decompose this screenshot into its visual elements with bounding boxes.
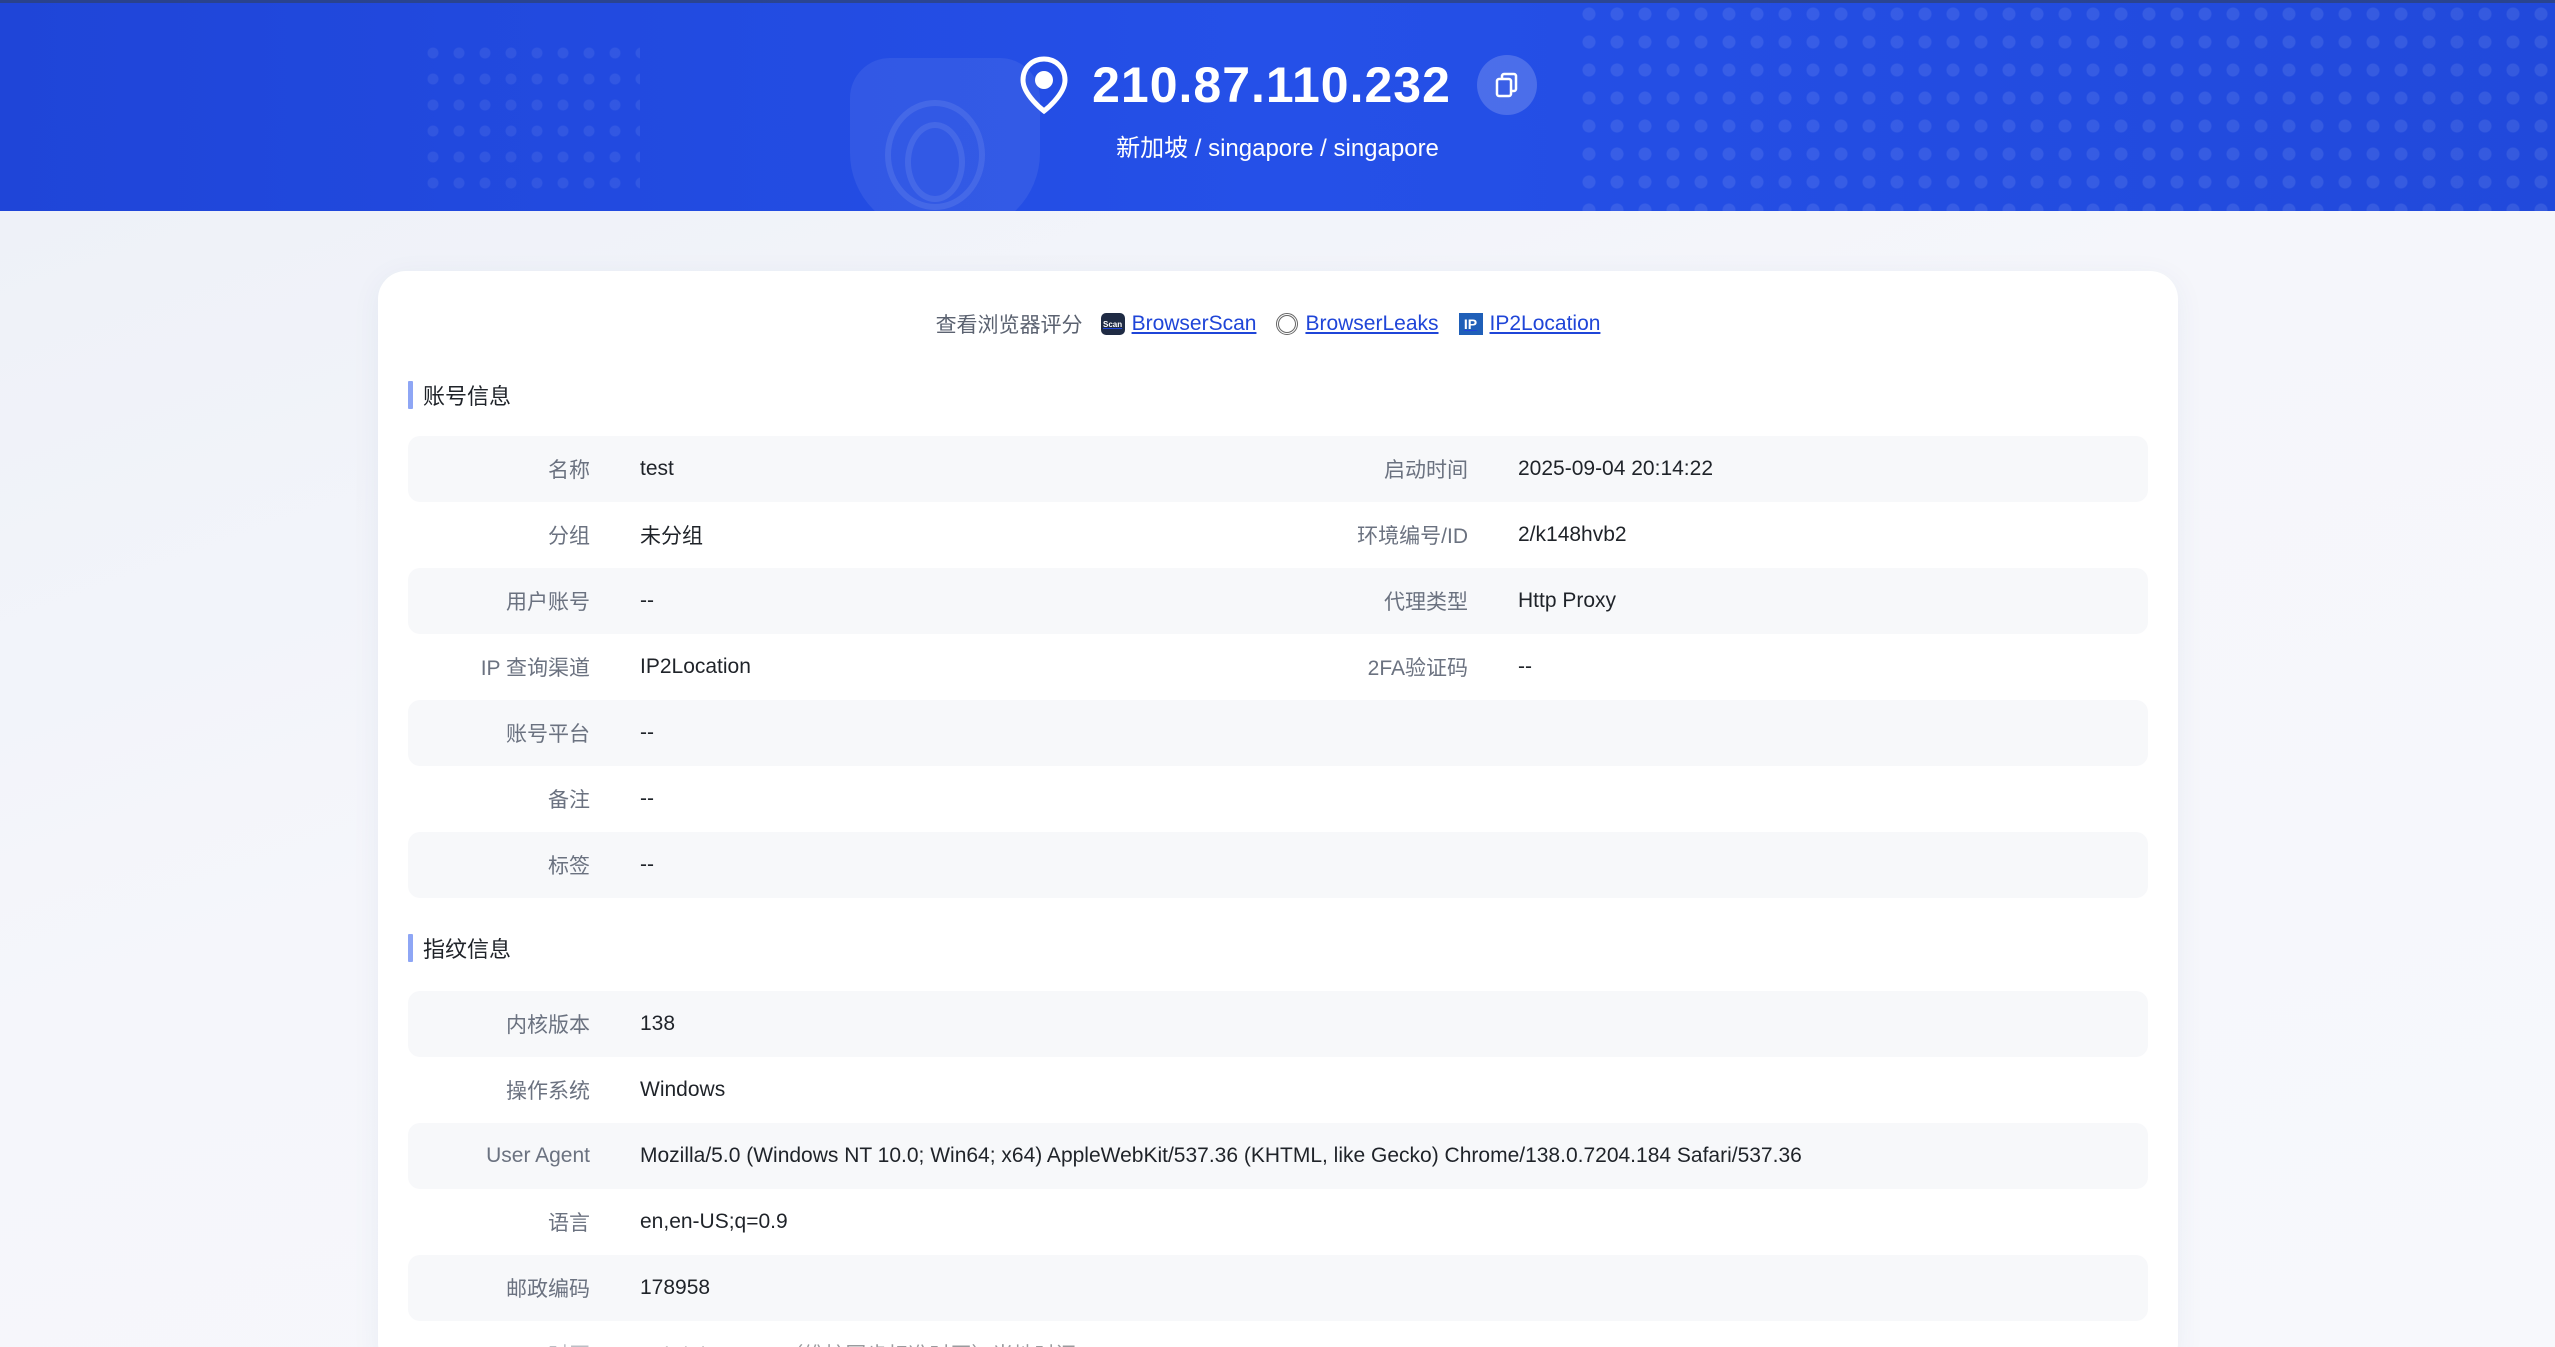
info-row-remark: 备注 -- <box>408 766 2148 832</box>
field-value: 未分组 <box>640 525 703 548</box>
info-row-os: 操作系统 Windows <box>408 1057 2148 1123</box>
browser-score-links: 查看浏览器评分 Scan BrowserScan BrowserLeaks IP… <box>378 309 2178 339</box>
copy-icon <box>1495 72 1518 98</box>
field-label: 用户账号 <box>506 591 590 614</box>
field-label: 邮政编码 <box>506 1278 590 1301</box>
ip-address: 210.87.110.232 <box>1092 57 1451 113</box>
info-row-group: 分组 未分组 环境编号/ID 2/k148hvb2 <box>408 502 2148 568</box>
browserscan-link[interactable]: Scan BrowserScan <box>1100 312 1256 336</box>
account-info-list: 名称 test 启动时间 2025-09-04 20:14:22 分组 未分组 … <box>408 436 2148 898</box>
field-label: 账号平台 <box>506 723 590 746</box>
field-label: 环境编号/ID <box>1357 525 1468 548</box>
field-label: 备注 <box>548 789 590 812</box>
field-value: Http Proxy <box>1518 589 1617 612</box>
field-label: IP 查询渠道 <box>480 657 590 680</box>
field-label: 内核版本 <box>506 1014 590 1037</box>
info-row-postal-code: 邮政编码 178958 <box>408 1255 2148 1321</box>
field-label: User Agent <box>486 1144 590 1167</box>
field-label: 标签 <box>548 855 590 878</box>
info-row-timezone: 时区 Asia/Singapore（维护同步标准时区）当地时间 2025-09-… <box>408 1321 2148 1347</box>
field-value: 2025-09-04 20:14:22 <box>1518 457 1713 480</box>
fingerprint-section-title: 指纹信息 <box>408 933 511 963</box>
field-value: -- <box>1518 655 1532 678</box>
ip-location: 新加坡 / singapore / singapore <box>1116 135 1439 162</box>
copy-ip-button[interactable] <box>1476 55 1537 115</box>
ip2location-icon: IP <box>1458 313 1483 335</box>
field-value: Mozilla/5.0 (Windows NT 10.0; Win64; x64… <box>640 1144 1802 1167</box>
fingerprint-info-list: 内核版本 138 操作系统 Windows User Agent Mozilla… <box>408 991 2148 1347</box>
field-value: Asia/Singapore（维护同步标准时区）当地时间 2025-09-04 … <box>640 1339 1277 1347</box>
ip-banner: 210.87.110.232 新加坡 / singapore / singapo… <box>0 0 2555 211</box>
field-label: 2FA验证码 <box>1367 657 1468 680</box>
field-value: en,en-US;q=0.9 <box>640 1210 788 1233</box>
field-value: 2/k148hvb2 <box>1518 523 1627 546</box>
info-row-ip-channel: IP 查询渠道 IP2Location 2FA验证码 -- <box>408 634 2148 700</box>
field-value: 138 <box>640 1012 676 1035</box>
field-label: 操作系统 <box>506 1080 590 1103</box>
browserleaks-icon <box>1276 313 1299 335</box>
field-label: 时区 <box>408 1339 590 1347</box>
field-value: -- <box>640 721 654 744</box>
field-value: 178958 <box>640 1276 711 1299</box>
info-row-platform: 账号平台 -- <box>408 700 2148 766</box>
account-section-title: 账号信息 <box>408 380 511 410</box>
browserleaks-link[interactable]: BrowserLeaks <box>1276 312 1439 336</box>
field-label: 代理类型 <box>1384 591 1468 614</box>
location-pin-icon <box>1018 55 1070 115</box>
info-row-language: 语言 en,en-US;q=0.9 <box>408 1189 2148 1255</box>
field-label: 名称 <box>548 459 590 482</box>
page: 210.87.110.232 新加坡 / singapore / singapo… <box>0 0 2555 1347</box>
field-label: 分组 <box>548 525 590 548</box>
info-card: 查看浏览器评分 Scan BrowserScan BrowserLeaks IP… <box>378 271 2178 1347</box>
field-value: IP2Location <box>640 655 751 678</box>
browser-score-label: 查看浏览器评分 <box>935 314 1083 337</box>
browserscan-icon: Scan <box>1100 313 1125 335</box>
field-value: -- <box>640 589 654 612</box>
field-value: -- <box>640 787 654 810</box>
ip2location-link[interactable]: IP IP2Location <box>1458 312 1600 336</box>
info-row-name: 名称 test 启动时间 2025-09-04 20:14:22 <box>408 436 2148 502</box>
info-row-tags: 标签 -- <box>408 832 2148 898</box>
field-value: Windows <box>640 1078 726 1101</box>
field-value: test <box>640 457 674 480</box>
info-row-kernel-version: 内核版本 138 <box>408 991 2148 1057</box>
info-row-user-agent: User Agent Mozilla/5.0 (Windows NT 10.0;… <box>408 1123 2148 1189</box>
ip-row: 210.87.110.232 <box>0 52 2555 118</box>
field-label: 语言 <box>548 1212 590 1235</box>
field-value: -- <box>640 853 654 876</box>
info-row-user-account: 用户账号 -- 代理类型 Http Proxy <box>408 568 2148 634</box>
field-label: 启动时间 <box>1384 459 1468 482</box>
